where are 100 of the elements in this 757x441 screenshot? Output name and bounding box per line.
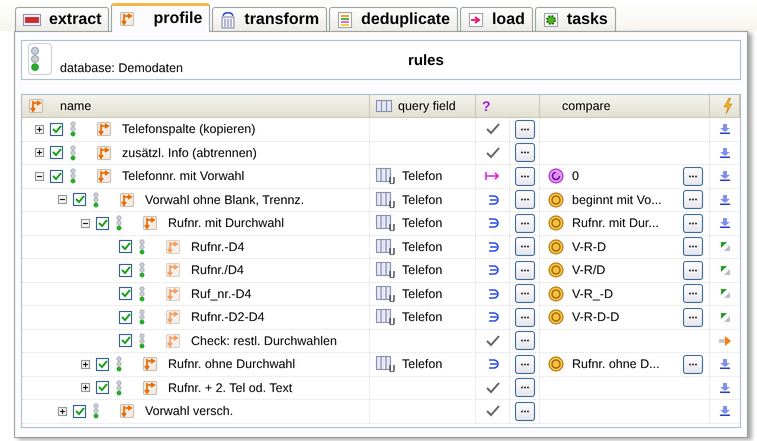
tab[interactable]: profile [111,3,210,32]
checkbox[interactable] [50,170,63,183]
query-field-value: Telefon [402,240,442,254]
more-button[interactable] [683,260,703,280]
rule-name[interactable]: Vorwahl versch. [145,404,234,418]
query-field-value: Telefon [402,263,442,278]
more-button[interactable] [514,308,534,327]
checkbox[interactable] [73,404,86,418]
rule-name[interactable]: Telefonspalte (kopieren) [122,122,256,136]
rule-name[interactable]: Rufnr./D4 [191,263,244,278]
checkbox[interactable] [96,216,109,230]
rule-icon [96,144,112,161]
rule-name[interactable]: Rufnr.-D4 [191,240,244,254]
compare-value: V-R-D [572,240,608,254]
traffic-light-icon [93,403,99,420]
more-button[interactable] [514,378,534,398]
traffic-light-icon [139,309,145,326]
more-button[interactable] [683,237,703,256]
compare-value: Rufnr. mit Dur... [572,216,660,230]
expand-button[interactable] [34,148,44,158]
tab[interactable]: extract [15,7,110,31]
rule-name[interactable]: Telefonnr. mit Vorwahl [122,169,244,184]
tab[interactable]: load [460,7,533,31]
rule-name[interactable]: Check: restl. Durchwahlen [191,334,337,348]
checkbox[interactable] [96,381,109,394]
column-header[interactable]: query field [398,99,456,113]
expand-button[interactable] [34,124,44,134]
checkbox[interactable] [73,193,86,206]
rule-name[interactable]: Rufnr.-D2-D4 [191,310,265,324]
more-button[interactable] [514,354,534,374]
ellipsis-icon [520,198,530,202]
more-button[interactable] [683,284,703,304]
more-button[interactable] [683,166,703,186]
more-button[interactable] [514,214,534,233]
more-button[interactable] [514,120,534,139]
more-button[interactable] [514,260,534,280]
coin-icon [548,238,564,255]
ellipsis-icon [520,386,530,390]
compare-value: beginnt mit Vo... [572,192,663,207]
checkbox[interactable] [119,264,132,277]
checkbox[interactable] [119,310,132,324]
checkbox[interactable] [96,358,109,371]
rule-name[interactable]: Rufnr. + 2. Tel od. Text [168,380,292,395]
checkbox[interactable] [50,146,63,160]
rule-icon [119,11,136,27]
corner-arrow-icon [720,266,730,275]
checkbox[interactable] [119,287,132,300]
rule-name[interactable]: zusätzl. Info (abtrennen) [122,146,257,160]
checkbox[interactable] [50,122,63,136]
expand-button[interactable] [58,406,66,416]
rule-leaf-icon [165,286,181,302]
rule-icon [28,98,44,114]
more-button[interactable] [514,237,534,256]
expand-button[interactable] [80,383,90,392]
rule-name[interactable]: Ruf_nr.-D4 [191,286,252,301]
more-button[interactable] [514,166,534,186]
column-header[interactable]: compare [546,99,611,113]
more-button[interactable] [683,354,703,374]
ellipsis-icon [688,174,698,178]
column-icon [376,168,396,184]
tab[interactable]: transform [212,7,328,31]
down-arrow-icon [720,124,730,134]
contains-icon [486,265,498,276]
traffic-light-icon [30,46,40,72]
coin-icon [548,192,564,208]
rule-name[interactable]: Rufnr. mit Durchwahl [168,216,284,230]
more-button[interactable] [683,308,703,327]
column-header[interactable]: name [60,99,92,113]
expand-button[interactable] [80,360,90,369]
collapse-button[interactable] [34,172,44,181]
checkbox[interactable] [119,240,132,254]
contains-icon [486,312,498,322]
query-field-value: Telefon [402,357,442,372]
more-button[interactable] [683,214,703,233]
more-button[interactable] [514,284,534,304]
tab[interactable]: deduplicate [329,7,458,31]
traffic-light-icon [139,286,145,302]
right-arrow-icon [719,336,731,346]
corner-arrow-icon [720,289,730,298]
check-icon [486,334,500,347]
rule-name[interactable]: Rufnr. ohne Durchwahl [168,357,296,372]
ellipsis-icon [520,268,530,272]
checkbox[interactable] [119,334,132,348]
more-button[interactable] [514,402,534,421]
corner-arrow-icon [720,242,730,252]
tab[interactable]: tasks [534,7,616,31]
ellipsis-icon [520,292,530,296]
gear-icon [542,12,559,28]
column-header[interactable]: ? [482,98,491,114]
more-button[interactable] [683,190,703,210]
rule-leaf-icon [165,309,181,326]
collapse-button[interactable] [58,195,66,204]
more-button[interactable] [514,143,534,162]
rule-icon [96,121,112,138]
ellipsis-icon [688,268,698,272]
rule-name[interactable]: Vorwahl ohne Blank, Trennz. [145,192,304,207]
compare-value: Rufnr. ohne D... [572,357,661,372]
more-button[interactable] [514,190,534,210]
collapse-button[interactable] [80,218,90,228]
more-button[interactable] [514,331,534,350]
